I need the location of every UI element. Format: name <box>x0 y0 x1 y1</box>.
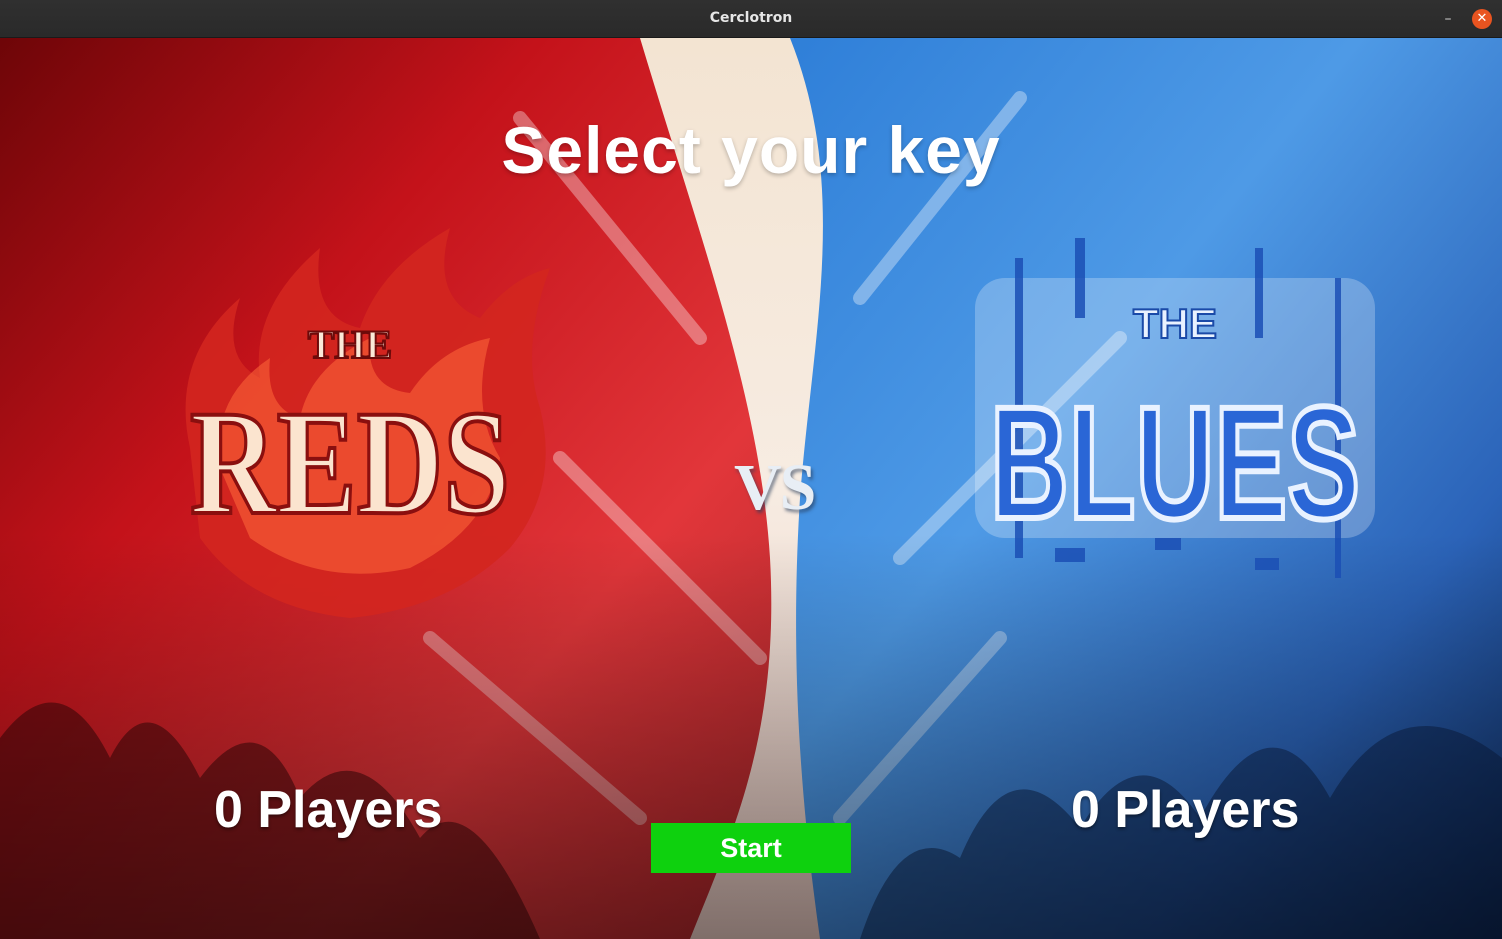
reds-player-count: 0 Players <box>214 781 443 839</box>
title-bar: Cerclotron – ✕ <box>0 0 1502 38</box>
app-window: Cerclotron – ✕ Select your key THE REDS … <box>0 0 1502 939</box>
reds-logo-small-text: THE <box>308 322 392 367</box>
close-button[interactable]: ✕ <box>1472 9 1492 29</box>
reds-logo-big-text: REDS <box>190 380 510 546</box>
start-button[interactable]: Start <box>651 823 851 873</box>
blues-logo-small-text: THE <box>1133 300 1217 347</box>
blues-player-count: 0 Players <box>1071 781 1300 839</box>
game-canvas: Select your key THE REDS VS THE BLUES 0 … <box>0 38 1502 939</box>
minimize-button[interactable]: – <box>1438 9 1458 29</box>
reds-logo: THE REDS <box>185 228 551 618</box>
blues-logo: THE BLUES <box>975 238 1375 578</box>
minimize-icon: – <box>1444 11 1452 27</box>
vs-label: VS <box>734 451 816 524</box>
select-key-heading: Select your key <box>501 113 1001 187</box>
close-icon: ✕ <box>1476 11 1488 26</box>
window-title: Cerclotron <box>709 10 793 26</box>
blues-logo-big-text: BLUES <box>990 373 1360 552</box>
